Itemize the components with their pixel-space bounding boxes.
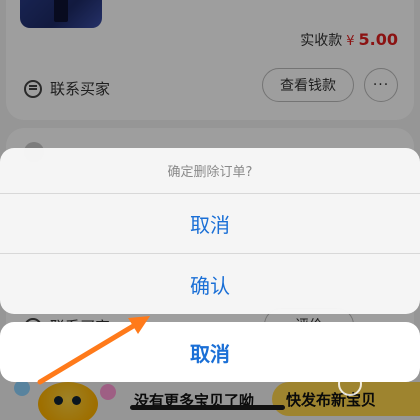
watermark-logo xyxy=(300,368,416,404)
confirm-option[interactable]: 确认 xyxy=(0,254,420,314)
action-sheet-title: 确定删除订单? xyxy=(0,148,420,194)
cancel-option[interactable]: 取消 xyxy=(0,194,420,254)
home-indicator[interactable] xyxy=(130,405,285,410)
delete-order-action-sheet: 确定删除订单? 取消 确认 xyxy=(0,148,420,314)
paw-icon xyxy=(338,372,362,396)
